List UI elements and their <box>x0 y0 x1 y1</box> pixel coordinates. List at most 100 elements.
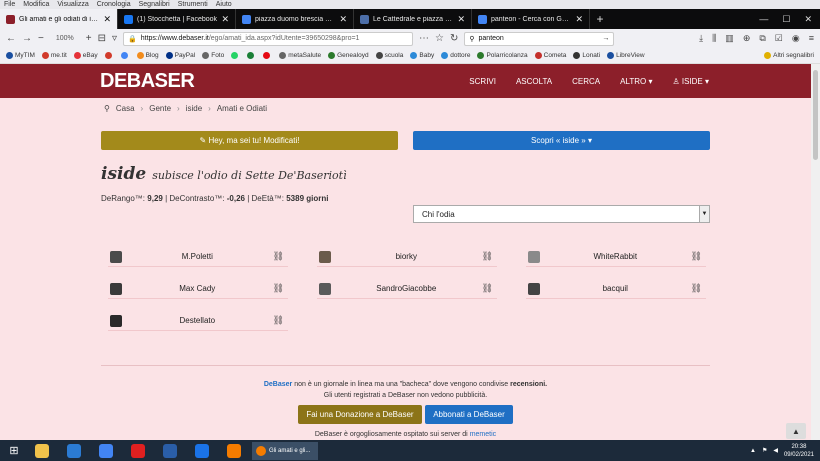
menu-item-cronologia[interactable]: Cronologia <box>97 0 131 9</box>
breadcrumb-user[interactable]: iside <box>186 104 202 113</box>
bookmark-item[interactable]: Polarricolanza <box>477 51 528 59</box>
edit-profile-button[interactable]: ✎ Hey, ma sei tu! Modificati! <box>101 131 398 150</box>
browser-tab[interactable]: Gli amati e gli odiati di iside ✕ <box>0 9 118 29</box>
browser-tab[interactable]: piazza duomo brescia cartolin ✕ <box>236 9 354 29</box>
avatar[interactable] <box>110 282 122 295</box>
user-entry[interactable]: Max Cady ⛓ <box>108 279 288 299</box>
breadcrumb-home[interactable]: Casa <box>116 104 135 113</box>
user-entry[interactable]: Destellato ⛓ <box>108 311 288 331</box>
user-entry[interactable]: WhiteRabbit ⛓ <box>526 247 706 267</box>
avatar[interactable] <box>528 282 540 295</box>
bookmark-item[interactable]: MyTIM <box>6 51 35 59</box>
volume-icon[interactable]: ◀ <box>773 447 778 454</box>
site-logo[interactable]: DEBASER <box>100 70 195 93</box>
browser-tab[interactable]: (1) Stocchetta | Facebook ✕ <box>118 9 236 29</box>
memetic-link[interactable]: memetic <box>470 431 496 438</box>
user-name-link[interactable]: SandroGiacobbe <box>331 284 482 293</box>
bookmark-item[interactable]: Altri segnalibri <box>764 51 814 59</box>
browser-tab[interactable]: panteon - Cerca con Google ✕ <box>472 9 590 29</box>
bookmark-item[interactable]: eBay <box>73 51 98 59</box>
sidebar-icon[interactable]: ▥ <box>725 33 734 44</box>
link-icon[interactable]: ⛓ <box>482 251 493 262</box>
user-entry[interactable]: biorky ⛓ <box>317 247 497 267</box>
link-icon[interactable]: ⛓ <box>691 283 702 294</box>
discover-user-button[interactable]: Scopri « iside » ▾ <box>413 131 710 150</box>
user-name-link[interactable]: M.Poletti <box>122 252 273 261</box>
page-actions-icon[interactable]: ⋯ <box>419 33 429 44</box>
menu-item-file[interactable]: File <box>4 0 15 9</box>
back-icon[interactable]: ← <box>6 33 16 44</box>
bookmark-item[interactable]: dottore <box>441 51 470 59</box>
bookmark-item[interactable]: me.tit <box>41 51 67 59</box>
close-window-icon[interactable]: ✕ <box>804 14 812 25</box>
network-icon[interactable]: ▲ <box>750 448 756 454</box>
address-bar[interactable]: 🔒 https://www.debaser.it/ego/amati_ida.a… <box>123 31 414 46</box>
new-tab-button[interactable]: + <box>590 9 610 29</box>
taskbar-firefox-task[interactable]: Gli amati e gli... <box>252 441 318 460</box>
link-icon[interactable]: ⛓ <box>482 283 493 294</box>
reload-icon[interactable]: ↻ <box>450 33 458 44</box>
avatar[interactable] <box>528 250 540 263</box>
user-name-link[interactable]: Max Cady <box>122 284 273 293</box>
avatar[interactable] <box>110 250 122 263</box>
user-entry[interactable]: bacquil ⛓ <box>526 279 706 299</box>
bookmark-item[interactable]: Lonati <box>573 51 600 59</box>
avatar[interactable] <box>319 250 331 263</box>
site-nav-item[interactable]: ♙ ISIDE ▾ <box>672 77 709 86</box>
site-nav-item[interactable]: CERCA <box>572 77 600 86</box>
filter-select[interactable]: Chi l'odia ▼ <box>413 205 710 223</box>
windows-start-icon[interactable]: ⊞ <box>0 440 28 461</box>
bookmark-item[interactable]: Baby <box>410 51 434 59</box>
taskbar-app-icon[interactable] <box>156 442 184 460</box>
user-name-link[interactable]: bacquil <box>540 284 691 293</box>
extension-icon[interactable]: ⧉ <box>759 33 765 44</box>
hamburger-menu-icon[interactable]: ≡ <box>809 33 814 44</box>
zoom-level[interactable]: 100% <box>56 35 74 42</box>
bookmark-item[interactable]: scuola <box>375 51 403 59</box>
search-go-icon[interactable]: → <box>602 35 609 42</box>
chevron-down-icon[interactable]: ▼ <box>699 206 709 222</box>
bookmark-item[interactable]: Blog <box>136 51 159 59</box>
bookmark-item[interactable]: PayPal <box>165 51 195 59</box>
menu-item-segnalibri[interactable]: Segnalibri <box>139 0 170 9</box>
extension-icon[interactable]: ⊕ <box>743 33 751 44</box>
bookmark-star-icon[interactable]: ☆ <box>435 33 444 44</box>
close-tab-icon[interactable]: ✕ <box>339 14 347 25</box>
forward-icon[interactable]: → <box>22 33 32 44</box>
site-nav-item[interactable]: SCRIVI <box>469 77 496 86</box>
link-icon[interactable]: ⛓ <box>273 251 284 262</box>
zoom-in-icon[interactable]: + <box>86 33 92 44</box>
reader-icon[interactable]: ⊟ <box>98 33 106 44</box>
download-icon[interactable]: ⤓ <box>699 33 703 44</box>
site-nav-item[interactable]: ALTRO ▾ <box>620 77 652 86</box>
menu-item-strumenti[interactable]: Strumenti <box>178 0 208 9</box>
close-tab-icon[interactable]: ✕ <box>221 14 229 25</box>
page-scrollbar[interactable] <box>811 64 820 440</box>
maximize-icon[interactable]: ☐ <box>782 14 790 25</box>
user-name-link[interactable]: WhiteRabbit <box>540 252 691 261</box>
subscribe-button[interactable]: Abbonati a DeBaser <box>425 405 513 424</box>
footer-brand-link[interactable]: DeBaser <box>264 381 292 388</box>
avatar[interactable] <box>319 282 331 295</box>
donate-button[interactable]: Fai una Donazione a DeBaser <box>298 405 422 424</box>
pocket-icon[interactable]: ▿ <box>112 33 117 44</box>
clock[interactable]: 20:38 09/02/2021 <box>784 443 814 459</box>
user-entry[interactable]: SandroGiacobbe ⛓ <box>317 279 497 299</box>
bookmark-item[interactable] <box>104 51 114 59</box>
menu-item-modifica[interactable]: Modifica <box>23 0 49 9</box>
bookmark-item[interactable] <box>231 51 240 59</box>
bookmark-item[interactable]: Cometa <box>534 51 566 59</box>
user-entry[interactable]: M.Poletti ⛓ <box>108 247 288 267</box>
taskbar-app-icon[interactable] <box>60 442 88 460</box>
back-to-top-icon[interactable]: ▲ <box>786 423 806 439</box>
user-name-link[interactable]: biorky <box>331 252 482 261</box>
flag-icon[interactable]: ⚑ <box>762 447 767 454</box>
taskbar-app-icon[interactable] <box>188 442 216 460</box>
minimize-icon[interactable]: — <box>759 14 768 24</box>
taskbar-app-icon[interactable] <box>28 442 56 460</box>
bookmark-item[interactable]: Genealoyd <box>328 51 369 59</box>
bookmark-item[interactable]: Foto <box>202 51 224 59</box>
site-nav-item[interactable]: ASCOLTA <box>516 77 552 86</box>
breadcrumb-gente[interactable]: Gente <box>149 104 171 113</box>
taskbar-app-icon[interactable] <box>92 442 120 460</box>
